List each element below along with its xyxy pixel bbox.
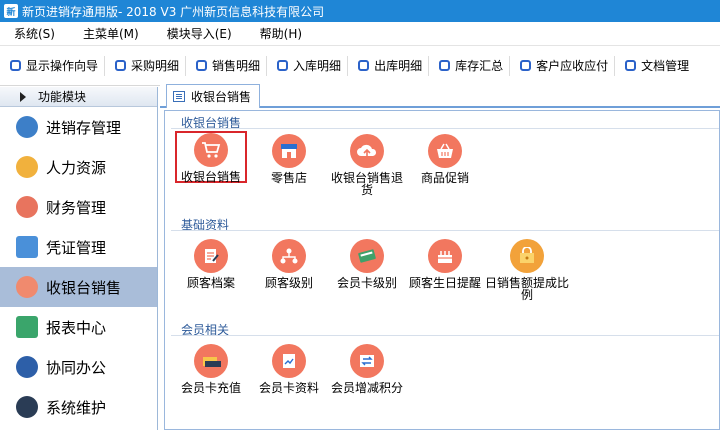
checkbox-icon: [358, 60, 370, 71]
store-icon: [272, 134, 306, 168]
toolbar-inbound-detail[interactable]: 入库明细: [267, 55, 349, 76]
sidebar-item-finance[interactable]: 财务管理: [0, 187, 157, 227]
sidebar-header[interactable]: 功能模块: [0, 87, 157, 107]
cloud-upload-icon: [350, 134, 384, 168]
toolbar-show-guide[interactable]: 显示操作向导: [0, 55, 106, 76]
toolbar-document-management[interactable]: 文档管理: [615, 56, 695, 76]
list-icon: [173, 91, 185, 102]
main-area: 收银台销售 收银台销售 收银台销售 零售店 收银台销售退货 商品促销 基础资料 …: [160, 84, 720, 430]
title-bar: 新 新页进销存通用版- 2018 V3 广州新页信息科技有限公司: [0, 0, 720, 22]
cashier-icon: [16, 276, 38, 298]
checkbox-icon: [520, 60, 532, 71]
window-title: 新页进销存通用版- 2018 V3 广州新页信息科技有限公司: [22, 4, 325, 19]
module-member-card-recharge[interactable]: 会员卡充值: [171, 344, 251, 394]
toolbar-customer-ar-ap[interactable]: 客户应收应付: [510, 55, 616, 76]
sidebar-item-maintenance[interactable]: 系统维护: [0, 387, 157, 427]
collaboration-icon: [16, 356, 38, 378]
checkbox-icon: [10, 60, 21, 71]
checkbox-icon: [115, 60, 127, 71]
group-divider: [171, 230, 719, 231]
module-promotion[interactable]: 商品促销: [405, 134, 485, 184]
sidebar-item-cashier[interactable]: 收银台销售: [0, 267, 157, 307]
card-swipe-icon: [194, 344, 228, 378]
checkbox-icon: [277, 60, 289, 71]
sidebar-item-inventory[interactable]: 进销存管理: [0, 107, 157, 147]
module-cashier-sales[interactable]: 收银台销售: [175, 131, 247, 183]
module-panel: 收银台销售 收银台销售 零售店 收银台销售退货 商品促销 基础资料 顾客档案 顾…: [164, 110, 720, 430]
lock-box-icon: [510, 239, 544, 273]
menu-bar: 系统(S) 主菜单(M) 模块导入(E) 帮助(H): [0, 22, 720, 46]
voucher-icon: [16, 236, 38, 258]
profile-edit-icon: [194, 239, 228, 273]
module-birthday-reminder[interactable]: 顾客生日提醒: [405, 239, 485, 289]
cart-icon: [194, 133, 228, 167]
module-retail-store[interactable]: 零售店: [249, 134, 329, 184]
module-cashier-return[interactable]: 收银台销售退货: [327, 134, 407, 196]
checkbox-icon: [625, 60, 637, 71]
module-daily-sales-commission[interactable]: 日销售额提成比例: [485, 239, 569, 301]
module-customer-level[interactable]: 顾客级别: [249, 239, 329, 289]
menu-system[interactable]: 系统(S): [0, 25, 69, 42]
module-member-points[interactable]: 会员增减积分: [327, 344, 407, 394]
hierarchy-icon: [272, 239, 306, 273]
people-icon: [16, 156, 38, 178]
checkbox-icon: [196, 60, 208, 71]
sidebar: 功能模块 进销存管理 人力资源 财务管理 凭证管理 收银台销售 报表中心 协同办…: [0, 87, 158, 430]
card-icon: [350, 239, 384, 273]
module-customer-profile[interactable]: 顾客档案: [171, 239, 251, 289]
checkbox-icon: [439, 60, 451, 71]
group-divider: [171, 128, 719, 129]
sidebar-item-voucher[interactable]: 凭证管理: [0, 227, 157, 267]
yuan-icon: [16, 196, 38, 218]
group-divider: [171, 335, 719, 336]
tab-cashier-sales[interactable]: 收银台销售: [166, 84, 261, 108]
toolbar: 显示操作向导 采购明细 销售明细 入库明细 出库明细 库存汇总 客户应收应付 文…: [0, 46, 720, 86]
expand-arrow-icon: [20, 91, 26, 102]
sidebar-item-hr[interactable]: 人力资源: [0, 147, 157, 187]
menu-main[interactable]: 主菜单(M): [69, 25, 153, 42]
sidebar-item-reports[interactable]: 报表中心: [0, 307, 157, 347]
module-member-card-level[interactable]: 会员卡级别: [327, 239, 407, 289]
gear-icon: [16, 116, 38, 138]
toolbar-outbound-detail[interactable]: 出库明细: [348, 55, 430, 76]
toolbar-sales-detail[interactable]: 销售明细: [186, 55, 268, 76]
sidebar-item-collaboration[interactable]: 协同办公: [0, 347, 157, 387]
transfer-icon: [350, 344, 384, 378]
tab-strip: 收银台销售: [160, 84, 720, 108]
app-icon: 新: [4, 4, 18, 18]
report-icon: [16, 316, 38, 338]
toolbar-purchase-detail[interactable]: 采购明细: [105, 55, 187, 76]
module-member-card-info[interactable]: 会员卡资料: [249, 344, 329, 394]
menu-help[interactable]: 帮助(H): [246, 25, 316, 42]
maintenance-icon: [16, 396, 38, 418]
menu-module-import[interactable]: 模块导入(E): [153, 25, 246, 42]
toolbar-stock-summary[interactable]: 库存汇总: [429, 55, 511, 76]
document-chart-icon: [272, 344, 306, 378]
cake-icon: [428, 239, 462, 273]
basket-icon: [428, 134, 462, 168]
